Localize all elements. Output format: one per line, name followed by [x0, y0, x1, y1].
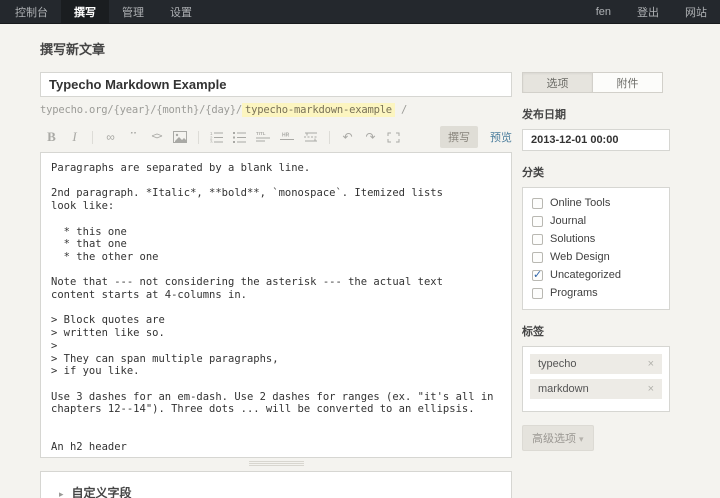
category-label: Journal — [550, 215, 586, 227]
chevron-down-icon: ▾ — [579, 434, 584, 444]
custom-fields-label: 自定义字段 — [72, 486, 132, 498]
tag-pill: typecho × — [530, 354, 662, 374]
category-row[interactable]: Web Design — [532, 251, 660, 263]
checkbox[interactable] — [532, 234, 543, 245]
nav-logout[interactable]: 登出 — [624, 0, 672, 23]
tab-preview[interactable]: 预览 — [490, 129, 512, 145]
toolbar-divider — [92, 131, 93, 144]
tab-attachments[interactable]: 附件 — [593, 72, 663, 93]
editor-toolbar: B I ∞ “ <> 123 TITL — [40, 125, 512, 149]
tags-label: 标签 — [522, 323, 670, 339]
heading-icon[interactable]: TITL — [256, 129, 270, 145]
category-row[interactable]: Online Tools — [532, 197, 660, 209]
remove-tag-icon[interactable]: × — [648, 358, 654, 370]
post-title-input[interactable] — [40, 72, 512, 97]
chevron-right-icon: ▸ — [59, 489, 64, 498]
fullscreen-icon[interactable] — [387, 129, 400, 145]
svg-text:HR: HR — [282, 133, 290, 139]
checkbox[interactable] — [532, 252, 543, 263]
checkbox[interactable] — [532, 288, 543, 299]
blockquote-icon[interactable]: “ — [127, 132, 140, 142]
custom-fields-toggle[interactable]: ▸ 自定义字段 — [40, 471, 512, 498]
nav-username[interactable]: fen — [583, 0, 624, 23]
post-options-sidebar: 选项 附件 发布日期 分类 Online Tools Journal Solut… — [522, 72, 670, 498]
tags-box[interactable]: typecho × markdown × — [522, 346, 670, 412]
horizontal-rule-icon[interactable]: HR — [280, 129, 294, 145]
nav-item-console[interactable]: 控制台 — [2, 0, 61, 23]
checkbox[interactable] — [532, 216, 543, 227]
unordered-list-icon[interactable] — [233, 129, 246, 145]
tag-text: markdown — [538, 383, 589, 395]
categories-box: Online Tools Journal Solutions Web Desig… — [522, 187, 670, 310]
category-row[interactable]: Programs — [532, 287, 660, 299]
toolbar-divider — [198, 131, 199, 144]
permalink-base: typecho.org/{year}/{month}/{day}/ — [40, 104, 242, 116]
top-nav: 控制台 撰写 管理 设置 fen 登出 网站 — [0, 0, 720, 24]
image-icon[interactable] — [173, 129, 187, 145]
nav-site-link[interactable]: 网站 — [672, 0, 720, 23]
sidebar-tabs: 选项 附件 — [522, 72, 663, 93]
category-label: Online Tools — [550, 197, 610, 209]
category-label: Solutions — [550, 233, 595, 245]
advanced-options-label: 高级选项 — [532, 433, 576, 445]
page-break-icon[interactable] — [304, 129, 318, 145]
toolbar-divider — [329, 131, 330, 144]
category-row[interactable]: Uncategorized — [532, 269, 660, 281]
page-content: 撰写新文章 typecho.org/{year}/{month}/{day}/t… — [0, 39, 720, 498]
permalink-suffix: / — [395, 104, 407, 116]
markdown-editor-textarea[interactable]: Paragraphs are separated by a blank line… — [40, 152, 512, 458]
tab-options[interactable]: 选项 — [522, 72, 593, 93]
nav-item-settings[interactable]: 设置 — [157, 0, 205, 23]
category-label: Web Design — [550, 251, 610, 263]
category-label: Programs — [550, 287, 598, 299]
advanced-options-button[interactable]: 高级选项▾ — [522, 425, 594, 451]
permalink-slug[interactable]: typecho-markdown-example — [242, 103, 395, 117]
page-title: 撰写新文章 — [40, 39, 670, 58]
link-icon[interactable]: ∞ — [104, 129, 117, 145]
tag-pill: markdown × — [530, 379, 662, 399]
remove-tag-icon[interactable]: × — [648, 383, 654, 395]
code-icon[interactable]: <> — [150, 129, 163, 145]
svg-text:TITL: TITL — [256, 131, 266, 136]
italic-icon[interactable]: I — [68, 129, 81, 145]
nav-item-manage[interactable]: 管理 — [109, 0, 157, 23]
nav-right: fen 登出 网站 — [583, 0, 720, 23]
bold-icon[interactable]: B — [45, 129, 58, 145]
tab-write[interactable]: 撰写 — [440, 126, 478, 148]
undo-icon[interactable]: ↶ — [341, 129, 354, 145]
checkbox-checked[interactable] — [532, 270, 543, 281]
tag-text: typecho — [538, 358, 577, 370]
category-row[interactable]: Solutions — [532, 233, 660, 245]
ordered-list-icon[interactable]: 123 — [210, 129, 223, 145]
svg-text:3: 3 — [210, 140, 213, 144]
publish-date-input[interactable] — [522, 129, 670, 151]
category-label: Uncategorized — [550, 269, 621, 281]
nav-item-write[interactable]: 撰写 — [61, 0, 109, 23]
categories-label: 分类 — [522, 164, 670, 180]
editor-resize-handle[interactable] — [249, 461, 304, 466]
category-row[interactable]: Journal — [532, 215, 660, 227]
editor-column: typecho.org/{year}/{month}/{day}/typecho… — [40, 72, 512, 498]
redo-icon[interactable]: ↷ — [364, 129, 377, 145]
checkbox[interactable] — [532, 198, 543, 209]
publish-date-label: 发布日期 — [522, 106, 670, 122]
permalink: typecho.org/{year}/{month}/{day}/typecho… — [40, 104, 512, 116]
